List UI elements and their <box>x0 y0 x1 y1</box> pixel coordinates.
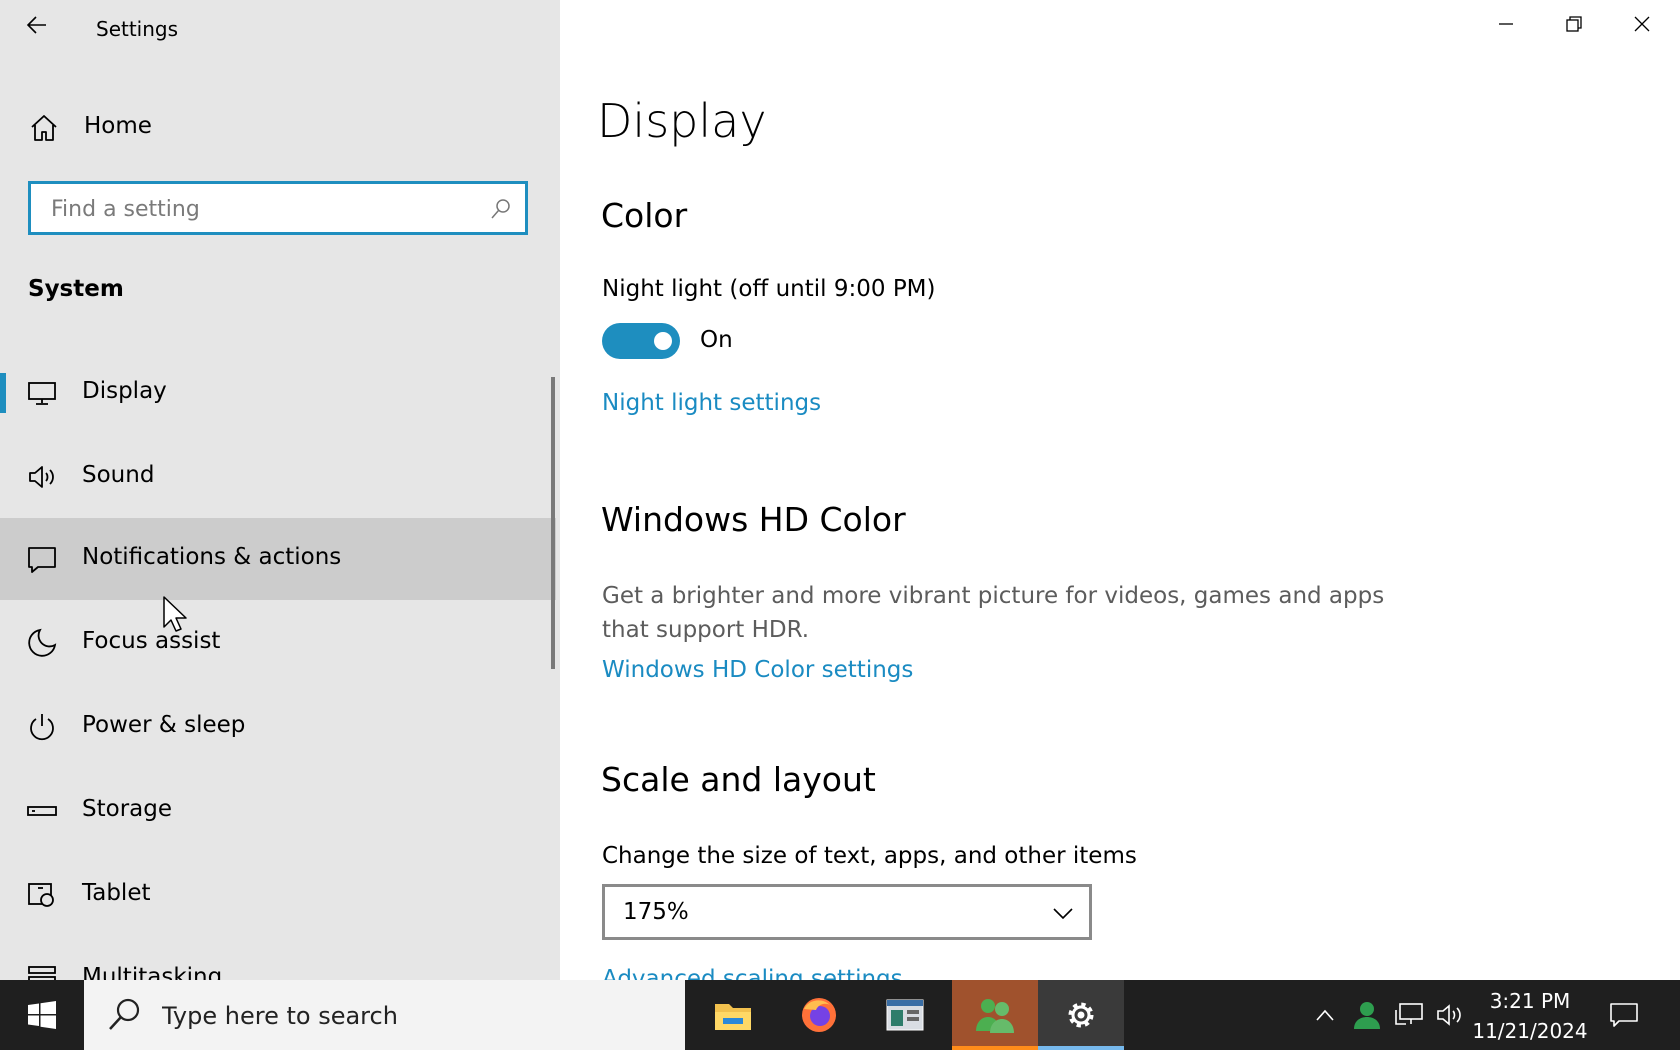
action-center-button[interactable] <box>1604 980 1644 1050</box>
toggle-state-label: On <box>700 327 733 353</box>
hd-color-heading: Windows HD Color <box>601 500 906 539</box>
app-active-underline <box>952 1046 1038 1050</box>
taskbar-search-input[interactable] <box>160 998 664 1034</box>
night-light-label: Night light (off until 9:00 PM) <box>602 276 936 302</box>
start-button[interactable] <box>0 980 84 1050</box>
file-explorer-icon <box>715 1004 751 1030</box>
sidebar-item-label: Home <box>84 113 152 139</box>
night-light-toggle[interactable] <box>602 323 680 359</box>
sidebar: Settings Home System Display Sound Notif… <box>0 0 560 980</box>
search-icon <box>109 998 140 1030</box>
taskbar-firefox[interactable] <box>776 980 862 1050</box>
back-arrow-icon <box>26 16 46 34</box>
sidebar-item-label: Notifications & actions <box>82 544 342 570</box>
section-heading: System <box>28 276 124 302</box>
back-button[interactable] <box>22 10 52 40</box>
sidebar-item-storage[interactable]: Storage <box>0 770 556 852</box>
notification-icon <box>1610 1003 1638 1027</box>
taskbar-settings[interactable] <box>1038 980 1124 1050</box>
main-content: Display Color Night light (off until 9:0… <box>560 0 1680 992</box>
show-hidden-icons-button[interactable] <box>1312 980 1338 1050</box>
sidebar-item-sound[interactable]: Sound <box>0 436 556 518</box>
sidebar-item-display[interactable]: Display <box>0 352 556 434</box>
taskbar-people-app[interactable] <box>952 980 1038 1050</box>
search-icon <box>491 199 510 219</box>
sidebar-item-label: Tablet <box>82 880 151 906</box>
home-icon <box>31 115 57 141</box>
firefox-icon <box>802 998 836 1032</box>
multitasking-icon <box>28 966 56 980</box>
speaker-icon <box>29 466 54 488</box>
people-app-icon <box>976 999 1014 1033</box>
scale-dropdown[interactable]: 175% <box>602 884 1092 940</box>
sidebar-item-home[interactable]: Home <box>0 100 560 156</box>
scale-layout-heading: Scale and layout <box>601 760 876 799</box>
sidebar-item-focus-assist[interactable]: Focus assist <box>0 602 556 684</box>
hd-color-description: Get a brighter and more vibrant picture … <box>602 583 1385 643</box>
windows-logo-icon <box>28 1001 56 1029</box>
find-setting-box[interactable] <box>28 181 528 235</box>
app-title: Settings <box>96 17 179 41</box>
app-active-underline <box>1038 1046 1124 1050</box>
settings-gear-icon <box>1068 1002 1094 1028</box>
sidebar-item-power-sleep[interactable]: Power & sleep <box>0 686 556 768</box>
taskbar-clock[interactable]: 3:21 PM 11/21/2024 <box>1462 986 1598 1046</box>
monitor-icon <box>28 382 56 405</box>
sidebar-item-label: Display <box>82 378 167 404</box>
clock-date: 11/21/2024 <box>1472 1019 1588 1043</box>
sidebar-item-multitasking[interactable]: Multitasking <box>0 938 556 980</box>
chevron-up-icon <box>1316 1009 1334 1021</box>
scale-label: Change the size of text, apps, and other… <box>602 843 1137 869</box>
sidebar-item-label: Sound <box>82 462 155 488</box>
sidebar-item-tablet[interactable]: Tablet <box>0 854 556 936</box>
color-heading: Color <box>601 196 688 235</box>
sidebar-item-label: Power & sleep <box>82 712 246 738</box>
chevron-down-icon <box>1053 908 1073 920</box>
selection-indicator <box>0 373 6 413</box>
tray-network[interactable] <box>1392 980 1426 1050</box>
sidebar-item-label: Focus assist <box>82 628 221 654</box>
app-window-icon <box>886 999 924 1031</box>
sidebar-scrollbar[interactable] <box>551 377 555 669</box>
scale-dropdown-value: 175% <box>623 899 689 925</box>
taskbar-app-window[interactable] <box>862 980 948 1050</box>
user-status-icon <box>1354 1002 1380 1029</box>
power-icon <box>30 714 54 741</box>
sidebar-item-label: Storage <box>82 796 172 822</box>
tablet-icon <box>28 883 54 907</box>
taskbar-search-box[interactable] <box>84 980 685 1050</box>
night-light-settings-link[interactable]: Night light settings <box>602 390 821 416</box>
clock-time: 3:21 PM <box>1489 989 1571 1013</box>
toggle-knob <box>654 332 672 350</box>
network-icon <box>1395 1003 1423 1025</box>
page-title: Display <box>597 94 767 148</box>
sidebar-item-notifications[interactable]: Notifications & actions <box>0 518 556 600</box>
taskbar-file-explorer[interactable] <box>690 980 776 1050</box>
tray-user-status[interactable] <box>1350 980 1384 1050</box>
sidebar-item-label: Multitasking <box>82 964 223 980</box>
storage-icon <box>27 806 57 816</box>
taskbar: 3:21 PM 11/21/2024 <box>0 980 1680 1050</box>
hd-color-settings-link[interactable]: Windows HD Color settings <box>602 657 913 683</box>
moon-icon <box>28 628 57 657</box>
notification-icon <box>28 547 56 573</box>
find-setting-input[interactable] <box>49 193 473 225</box>
